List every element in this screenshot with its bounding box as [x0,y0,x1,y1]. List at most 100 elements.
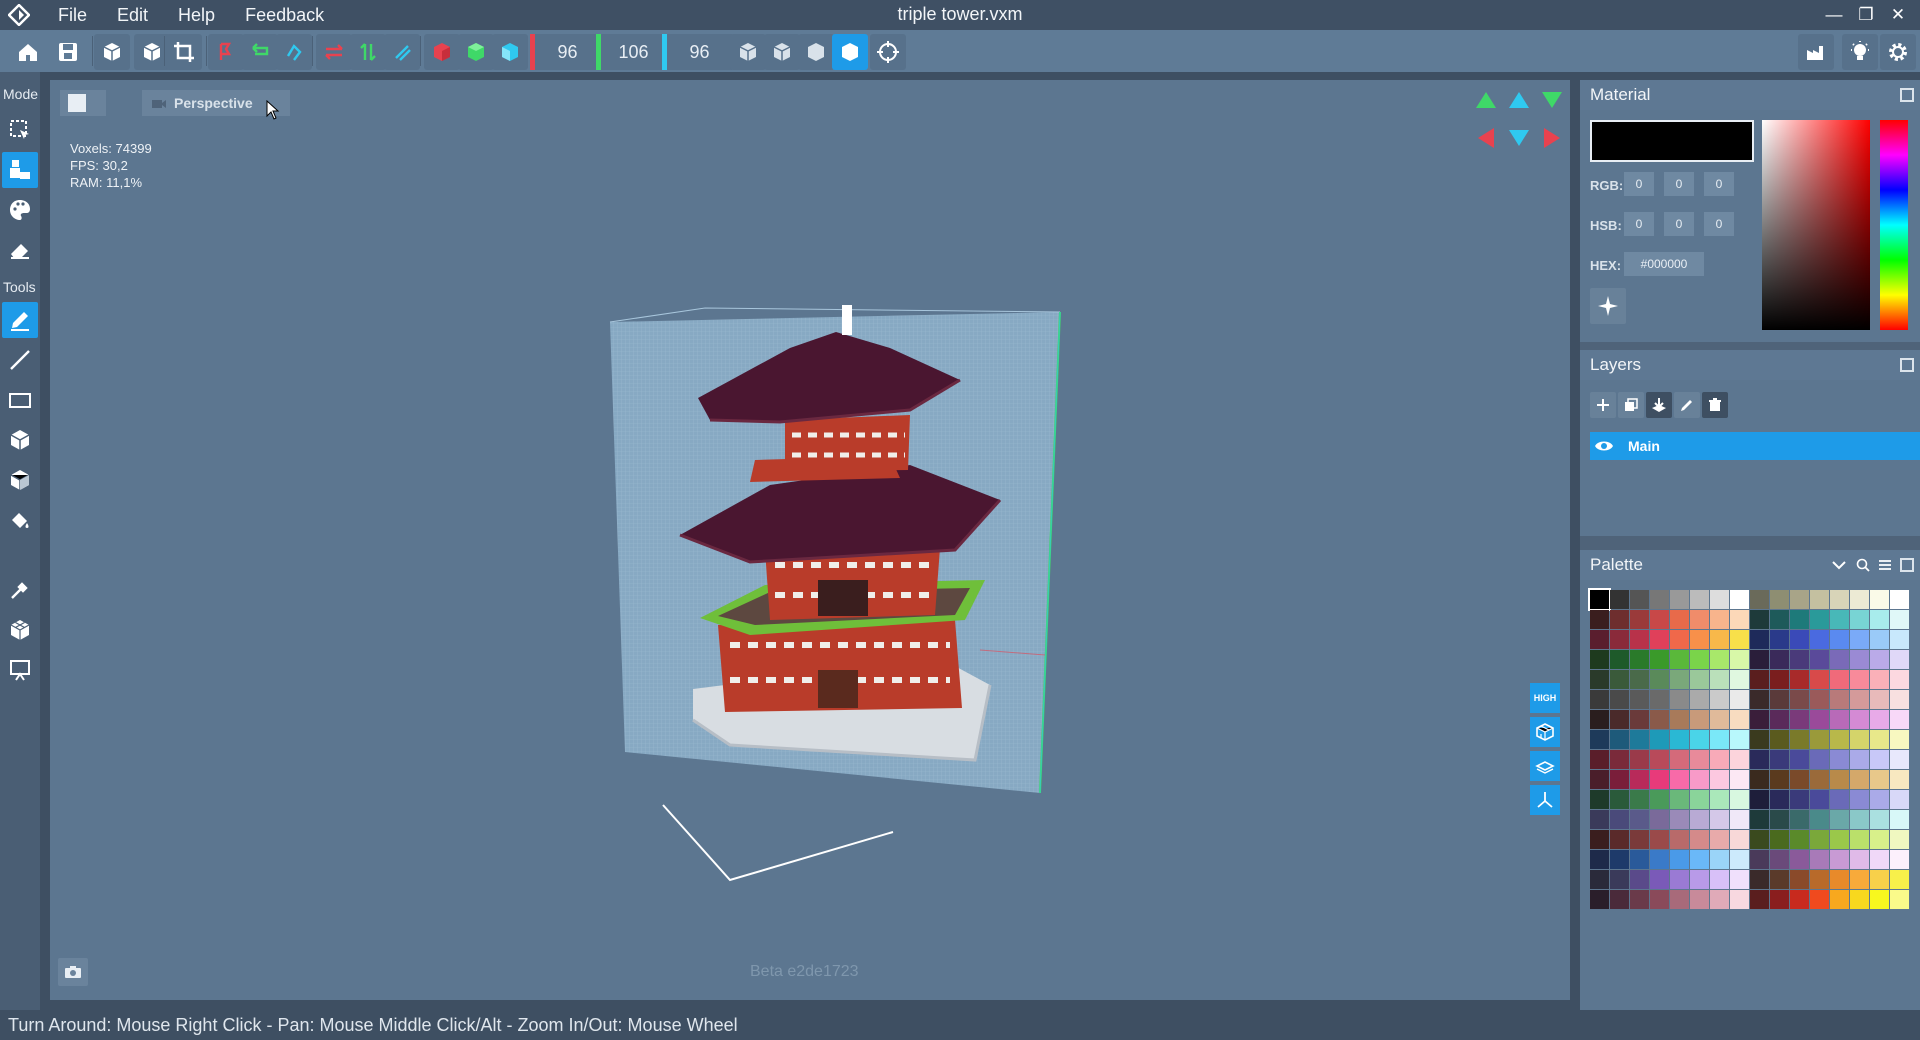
palette-swatch[interactable] [1690,870,1709,889]
palette-swatch[interactable] [1830,650,1849,669]
palette-swatch[interactable] [1890,630,1909,649]
palette-swatch[interactable] [1850,770,1869,789]
palette-swatch[interactable] [1670,630,1689,649]
palette-swatch[interactable] [1670,750,1689,769]
screenshot-button[interactable] [58,958,88,986]
palette-swatch[interactable] [1690,690,1709,709]
palette-swatch[interactable] [1630,830,1649,849]
palette-swatch[interactable] [1610,630,1629,649]
undock-icon[interactable] [1900,558,1914,572]
palette-swatch[interactable] [1870,790,1889,809]
rotate-y-button[interactable] [242,34,278,70]
flip-x-button[interactable] [316,34,352,70]
palette-swatch[interactable] [1650,730,1669,749]
palette-swatch[interactable] [1590,630,1609,649]
palette-swatch[interactable] [1670,770,1689,789]
palette-swatch[interactable] [1850,590,1869,609]
palette-swatch[interactable] [1630,650,1649,669]
palette-swatch[interactable] [1790,650,1809,669]
palette-swatch[interactable] [1750,870,1769,889]
palette-swatch[interactable] [1850,830,1869,849]
palette-swatch[interactable] [1770,710,1789,729]
palette-swatch[interactable] [1810,890,1829,909]
palette-swatch[interactable] [1590,870,1609,889]
palette-swatch[interactable] [1850,850,1869,869]
ground-plane-button[interactable] [1530,751,1560,781]
palette-swatch[interactable] [1590,810,1609,829]
palette-swatch[interactable] [1670,890,1689,909]
palette-swatch[interactable] [1590,610,1609,629]
palette-swatch[interactable] [1710,670,1729,689]
palette-swatch[interactable] [1730,890,1749,909]
palette-swatch[interactable] [1830,610,1849,629]
palette-swatch[interactable] [1850,790,1869,809]
palette-swatch[interactable] [1670,810,1689,829]
restore-icon[interactable]: ❐ [1850,2,1882,28]
palette-swatch[interactable] [1750,830,1769,849]
palette-swatch[interactable] [1610,830,1629,849]
cube-green-button[interactable] [458,34,494,70]
pen-tool-button[interactable] [2,302,38,338]
outline-view-button[interactable] [764,34,800,70]
palette-swatch[interactable] [1690,830,1709,849]
palette-swatch[interactable] [1590,670,1609,689]
palette-zoom-button[interactable] [1852,554,1874,576]
palette-swatch[interactable] [1870,850,1889,869]
palette-swatch[interactable] [1890,590,1909,609]
duplicate-layer-button[interactable] [1618,392,1644,418]
palette-swatch[interactable] [1710,610,1729,629]
palette-swatch[interactable] [1890,790,1909,809]
palette-swatch[interactable] [1830,730,1849,749]
palette-swatch[interactable] [1710,730,1729,749]
palette-swatch[interactable] [1710,690,1729,709]
palette-swatch[interactable] [1770,770,1789,789]
palette-swatch[interactable] [1770,630,1789,649]
rgb-g-field[interactable]: 0 [1664,172,1694,196]
palette-swatch[interactable] [1710,590,1729,609]
palette-swatch[interactable] [1890,890,1909,909]
dimension-y-field[interactable]: 106 [596,34,666,70]
palette-swatch[interactable] [1830,830,1849,849]
add-material-button[interactable] [1590,288,1626,324]
palette-swatch[interactable] [1750,730,1769,749]
palette-swatch[interactable] [1750,590,1769,609]
palette-swatch[interactable] [1830,670,1849,689]
palette-swatch[interactable] [1870,610,1889,629]
palette-swatch[interactable] [1650,610,1669,629]
palette-swatch[interactable] [1770,890,1789,909]
palette-swatch[interactable] [1790,870,1809,889]
palette-swatch[interactable] [1610,730,1629,749]
palette-swatch[interactable] [1810,750,1829,769]
saturation-brightness-picker[interactable] [1762,120,1870,330]
palette-swatch[interactable] [1810,650,1829,669]
palette-swatch[interactable] [1790,590,1809,609]
palette-swatch[interactable] [1770,670,1789,689]
palette-swatch[interactable] [1790,770,1809,789]
menu-help[interactable]: Help [178,5,215,26]
hue-slider[interactable] [1880,120,1908,330]
palette-swatch[interactable] [1750,670,1769,689]
palette-swatch[interactable] [1730,590,1749,609]
palette-swatch[interactable] [1790,850,1809,869]
palette-swatch[interactable] [1790,750,1809,769]
palette-swatch[interactable] [1610,710,1629,729]
palette-swatch[interactable] [1850,650,1869,669]
attach-mode-button[interactable] [2,152,38,188]
home-button[interactable] [10,34,46,70]
palette-swatch[interactable] [1630,890,1649,909]
palette-swatch[interactable] [1650,750,1669,769]
palette-swatch[interactable] [1670,690,1689,709]
palette-swatch[interactable] [1630,690,1649,709]
palette-swatch[interactable] [1690,890,1709,909]
palette-swatch[interactable] [1830,690,1849,709]
select-mode-button[interactable] [2,112,38,148]
palette-swatch[interactable] [1610,650,1629,669]
palette-swatch[interactable] [1630,710,1649,729]
palette-swatch[interactable] [1690,750,1709,769]
palette-swatch[interactable] [1850,630,1869,649]
palette-swatch[interactable] [1870,890,1889,909]
palette-swatch[interactable] [1750,690,1769,709]
fill-tool-button[interactable] [2,502,38,538]
hsb-s-field[interactable]: 0 [1664,212,1694,236]
palette-swatch[interactable] [1630,750,1649,769]
